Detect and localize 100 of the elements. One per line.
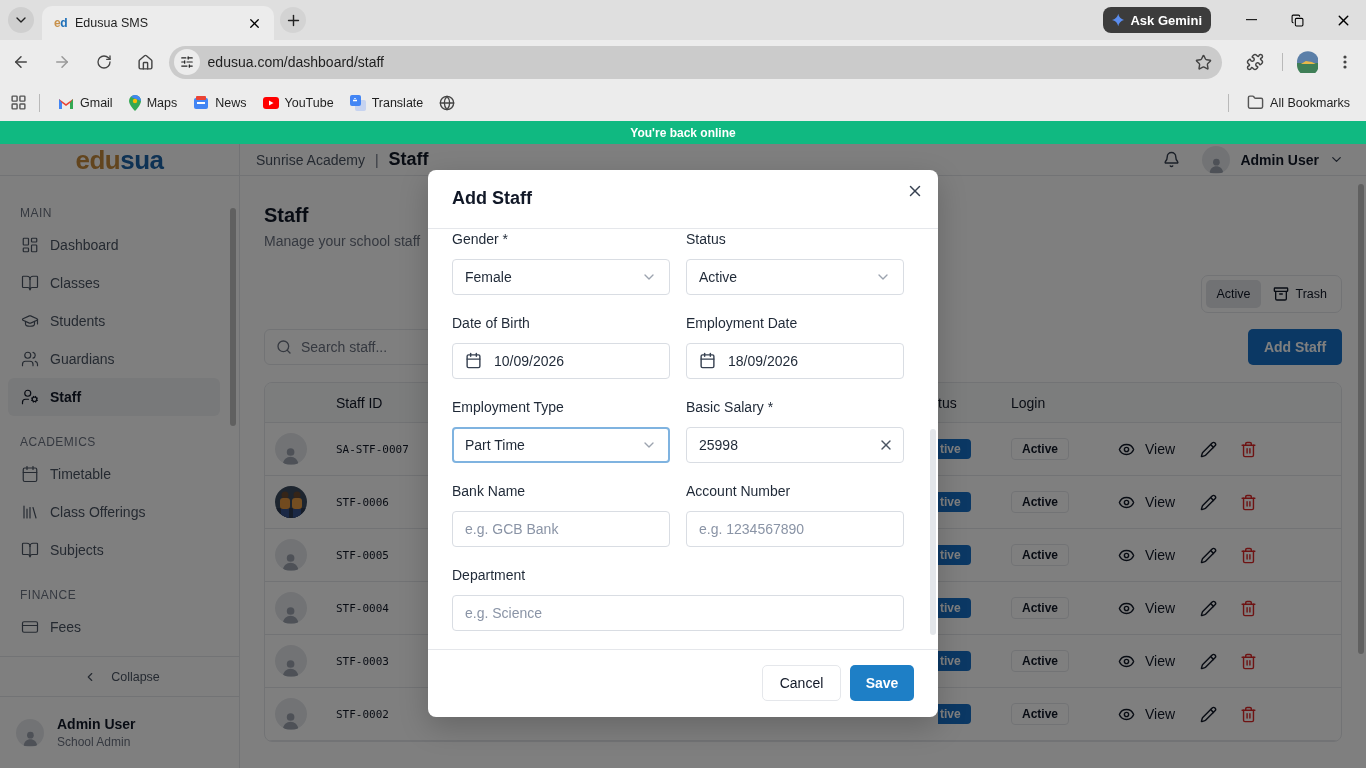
calendar-icon xyxy=(699,352,716,370)
edit-button[interactable] xyxy=(1200,546,1217,564)
login-badge: Active xyxy=(1011,491,1070,513)
reload-icon xyxy=(96,54,113,70)
status-badge: tive xyxy=(938,492,971,512)
input-field[interactable]: e.g. GCB Bank xyxy=(452,510,670,547)
delete-button[interactable] xyxy=(1240,599,1257,617)
date-field[interactable]: 18/09/2026 xyxy=(686,342,904,379)
user-name: Admin User xyxy=(1240,151,1319,168)
edit-button[interactable] xyxy=(1200,705,1217,723)
dropdown-field[interactable]: Female xyxy=(452,258,670,295)
avatar-icon xyxy=(275,645,307,677)
section-title: FINANCE xyxy=(19,587,78,603)
delete-button[interactable] xyxy=(1240,440,1257,458)
nav-item[interactable]: Timetable xyxy=(8,455,220,493)
delete-button[interactable] xyxy=(1240,652,1257,670)
edit-button[interactable] xyxy=(1200,652,1217,670)
view-button[interactable]: View xyxy=(1118,440,1176,458)
dropdown-field[interactable]: Active xyxy=(686,258,904,295)
site-favicon: ed xyxy=(54,16,68,30)
dropdown-field[interactable]: Part Time xyxy=(452,426,670,463)
add-staff-button[interactable]: Add Staff xyxy=(1248,329,1342,365)
calendar-icon xyxy=(21,465,39,483)
site-info-button[interactable] xyxy=(173,49,200,75)
translate-icon xyxy=(349,94,366,111)
table-cell: STF-0006 xyxy=(336,495,389,509)
collapse-button[interactable]: Collapse xyxy=(0,656,239,697)
address-bar[interactable]: edusua.com/dashboard/staff xyxy=(168,45,1223,79)
date-field[interactable]: 10/09/2026 xyxy=(452,342,670,379)
status-badge: tive xyxy=(938,545,971,565)
trash-icon xyxy=(1240,546,1257,564)
user-name: Admin User xyxy=(57,716,136,732)
bookmark-link[interactable]: News xyxy=(187,91,253,114)
nav-item[interactable]: Subjects xyxy=(8,531,220,569)
graduation-cap-icon xyxy=(21,312,39,330)
nav-item[interactable]: Classes xyxy=(8,264,220,302)
filter-tab[interactable]: Active xyxy=(1206,280,1261,308)
apps-icon[interactable] xyxy=(10,94,27,111)
view-button[interactable]: View xyxy=(1118,599,1176,617)
nav-item[interactable]: Students xyxy=(8,302,220,340)
edit-button[interactable] xyxy=(1200,493,1217,511)
cancel-button[interactable]: Cancel xyxy=(762,665,841,702)
login-badge: Active xyxy=(1011,650,1070,672)
new-tab-button[interactable] xyxy=(280,7,306,33)
avatar-icon xyxy=(16,718,44,747)
bookmark-link[interactable]: Gmail xyxy=(52,91,119,114)
avatar-icon xyxy=(275,592,307,624)
nav-item[interactable]: Fees xyxy=(8,608,220,646)
nav-item[interactable]: Guardians xyxy=(8,340,220,378)
avatar-icon xyxy=(275,433,307,465)
delete-button[interactable] xyxy=(1240,546,1257,564)
bell-icon[interactable] xyxy=(1163,151,1181,168)
breadcrumb-separator: | xyxy=(374,151,379,168)
all-bookmarks-button[interactable]: All Bookmarks xyxy=(1241,90,1356,115)
map-pin-icon xyxy=(128,94,141,111)
pencil-icon xyxy=(1200,705,1217,723)
book-icon xyxy=(21,274,39,292)
field-label: Bank Name xyxy=(452,481,527,501)
input-field[interactable]: 25998 xyxy=(686,426,904,463)
login-badge: Active xyxy=(1011,597,1070,619)
tab-list-button[interactable] xyxy=(8,7,34,33)
view-button[interactable]: View xyxy=(1118,652,1176,670)
globe-icon[interactable] xyxy=(439,94,456,111)
status-badge: tive xyxy=(938,439,971,459)
nav-item[interactable]: Dashboard xyxy=(8,226,220,264)
user-gear-icon xyxy=(21,388,39,406)
avatar-icon xyxy=(1202,145,1231,174)
edit-button[interactable] xyxy=(1200,599,1217,617)
delete-button[interactable] xyxy=(1240,493,1257,511)
filter-tab[interactable]: Trash xyxy=(1262,280,1337,308)
view-button[interactable]: View xyxy=(1118,705,1176,723)
pencil-icon xyxy=(1200,493,1217,511)
bookmark-link[interactable]: YouTube xyxy=(256,91,340,114)
view-button[interactable]: View xyxy=(1118,493,1176,511)
minimize-icon xyxy=(1245,19,1257,21)
save-button[interactable]: Save xyxy=(850,665,914,702)
menu-icon xyxy=(1343,55,1348,69)
logo: edusua xyxy=(75,145,164,176)
browser-tab[interactable]: ed Edusua SMS xyxy=(42,6,274,40)
nav-item[interactable]: Staff xyxy=(8,378,220,416)
video-play-icon xyxy=(262,96,279,109)
view-button[interactable]: View xyxy=(1118,546,1176,564)
edit-button[interactable] xyxy=(1200,440,1217,458)
sliders-icon xyxy=(179,55,194,69)
page-title: Staff xyxy=(388,149,429,170)
bookmark-star-icon[interactable] xyxy=(1195,53,1213,71)
bookmark-link[interactable]: Translate xyxy=(343,90,430,115)
page-heading: Staff xyxy=(264,203,310,228)
trash-icon xyxy=(1240,705,1257,723)
delete-button[interactable] xyxy=(1240,705,1257,723)
avatar-icon[interactable] xyxy=(1296,51,1319,73)
status-badge: tive xyxy=(938,704,971,724)
section-title: ACADEMICS xyxy=(19,434,97,450)
restore-icon xyxy=(1290,13,1304,27)
bookmark-link[interactable]: Maps xyxy=(122,90,184,115)
input-field[interactable]: e.g. Science xyxy=(452,594,904,631)
input-field[interactable]: e.g. 1234567890 xyxy=(686,510,904,547)
ask-gemini-button[interactable]: Ask Gemini xyxy=(1103,7,1211,33)
nav-item[interactable]: Class Offerings xyxy=(8,493,220,531)
users-icon xyxy=(21,350,39,368)
